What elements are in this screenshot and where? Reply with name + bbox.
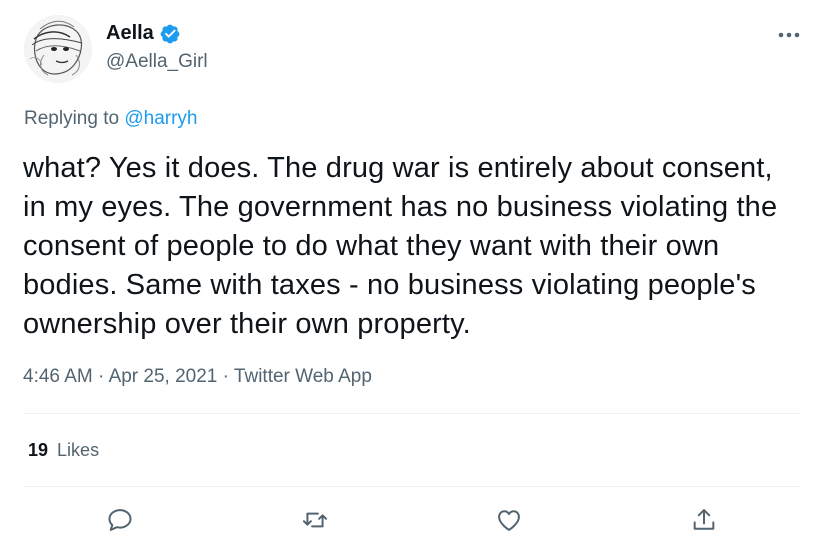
tweet-date[interactable]: Apr 25, 2021 bbox=[109, 366, 218, 387]
divider bbox=[24, 486, 800, 487]
heart-icon[interactable] bbox=[489, 500, 529, 540]
more-options-icon[interactable] bbox=[774, 22, 804, 48]
meta-separator: · bbox=[222, 366, 229, 387]
likes-stat[interactable]: 19 Likes bbox=[28, 440, 99, 461]
tweet-meta: 4:46 AM · Apr 25, 2021 · Twitter Web App bbox=[23, 366, 372, 388]
avatar[interactable] bbox=[24, 15, 92, 83]
tweet-time[interactable]: 4:46 AM bbox=[23, 366, 93, 387]
likes-label: Likes bbox=[57, 440, 100, 460]
tweet-text: what? Yes it does. The drug war is entir… bbox=[23, 152, 778, 340]
meta-separator: · bbox=[98, 366, 105, 387]
author-handle[interactable]: @Aella_Girl bbox=[106, 51, 208, 73]
retweet-icon[interactable] bbox=[295, 500, 335, 540]
tweet-source[interactable]: Twitter Web App bbox=[234, 366, 372, 387]
reply-icon[interactable] bbox=[100, 500, 140, 540]
reply-mention-link[interactable]: @harryh bbox=[124, 108, 197, 129]
divider bbox=[24, 413, 800, 414]
action-bar bbox=[24, 500, 800, 540]
likes-count: 19 bbox=[28, 440, 49, 460]
replying-to-label: Replying to bbox=[24, 108, 120, 129]
author-display-name[interactable]: Aella bbox=[106, 22, 154, 45]
replying-to: Replying to @harryh bbox=[24, 108, 198, 130]
verified-badge-icon bbox=[159, 23, 181, 45]
share-icon[interactable] bbox=[684, 500, 724, 540]
